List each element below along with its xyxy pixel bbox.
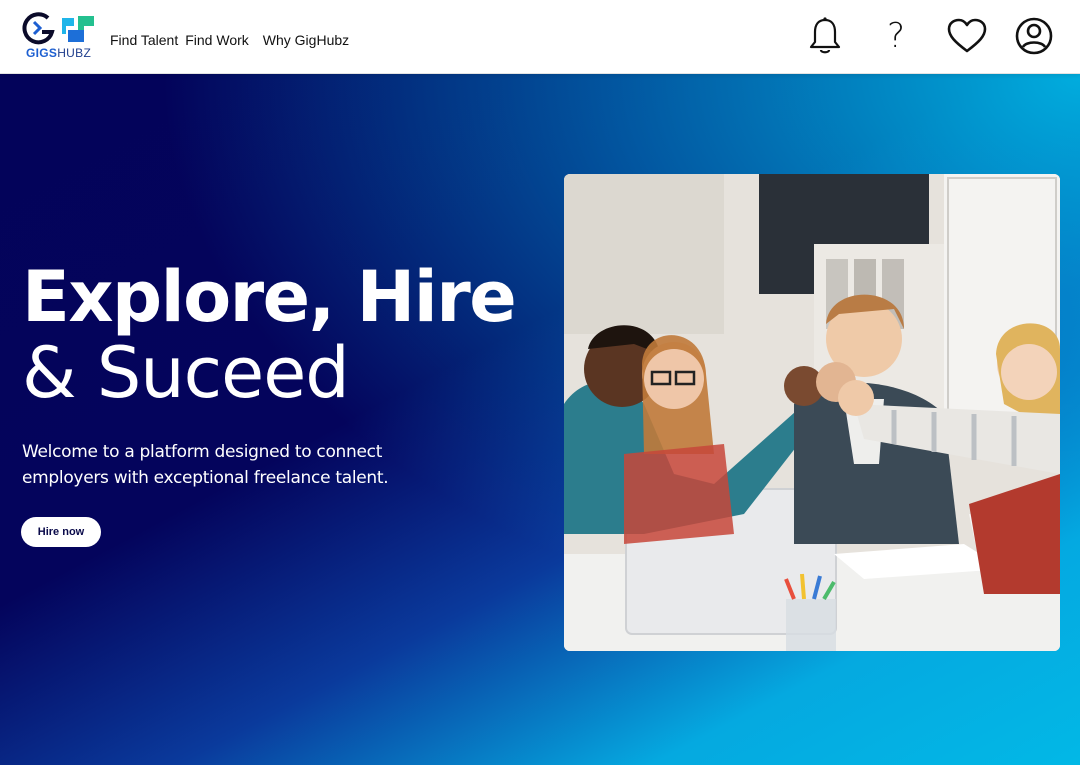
main-nav: Find Talent Find Work Why GigHubz <box>110 32 349 48</box>
help-icon[interactable]: ? <box>876 16 916 56</box>
nav-why-gighubz[interactable]: Why GigHubz <box>263 32 349 48</box>
top-navbar: GIGSHUBZ Find Talent Find Work Why GigHu… <box>0 0 1080 74</box>
nav-find-work[interactable]: Find Work <box>185 32 249 48</box>
nav-find-talent[interactable]: Find Talent <box>110 32 178 48</box>
heart-icon[interactable] <box>947 16 987 56</box>
hero-title-line1: Explore, Hire <box>22 256 517 338</box>
hire-now-button[interactable]: Hire now <box>21 517 101 547</box>
hero-title-line2: & Suceed <box>22 331 350 414</box>
hero-subtitle: Welcome to a platform designed to connec… <box>22 442 389 488</box>
logo-wordmark: GIGSHUBZ <box>26 46 92 60</box>
logo-mark-icon <box>22 12 94 45</box>
bell-icon[interactable] <box>805 16 845 56</box>
hero-title: Explore, Hire & Suceed <box>22 256 517 414</box>
hero-section: Explore, Hire & Suceed Welcome to a plat… <box>0 74 1080 765</box>
team-fist-bump-photo <box>564 174 1060 651</box>
gigshubz-logo[interactable]: GIGSHUBZ <box>22 12 100 62</box>
user-icon[interactable] <box>1014 16 1054 56</box>
